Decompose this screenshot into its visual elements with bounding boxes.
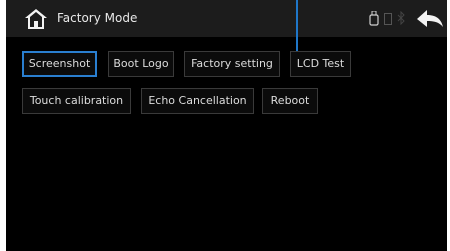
title-bar: Factory Mode bbox=[6, 0, 447, 37]
screenshot-button[interactable]: Screenshot bbox=[22, 51, 97, 77]
boot-logo-button[interactable]: Boot Logo bbox=[108, 51, 174, 77]
back-arrow-icon[interactable] bbox=[417, 10, 443, 28]
reboot-button[interactable]: Reboot bbox=[262, 88, 318, 114]
page-title: Factory Mode bbox=[57, 11, 138, 25]
echo-cancellation-button[interactable]: Echo Cancellation bbox=[141, 88, 254, 114]
factory-setting-button[interactable]: Factory setting bbox=[184, 51, 280, 77]
lcd-test-button[interactable]: LCD Test bbox=[290, 51, 351, 77]
home-icon[interactable] bbox=[25, 9, 47, 29]
touch-calibration-button[interactable]: Touch calibration bbox=[22, 88, 131, 114]
usb-icon bbox=[369, 11, 379, 26]
device-screen: Factory Mode Screenshot Boot Logo Factor… bbox=[6, 0, 447, 251]
bluetooth-icon bbox=[397, 11, 405, 25]
sd-card-icon bbox=[384, 13, 392, 25]
